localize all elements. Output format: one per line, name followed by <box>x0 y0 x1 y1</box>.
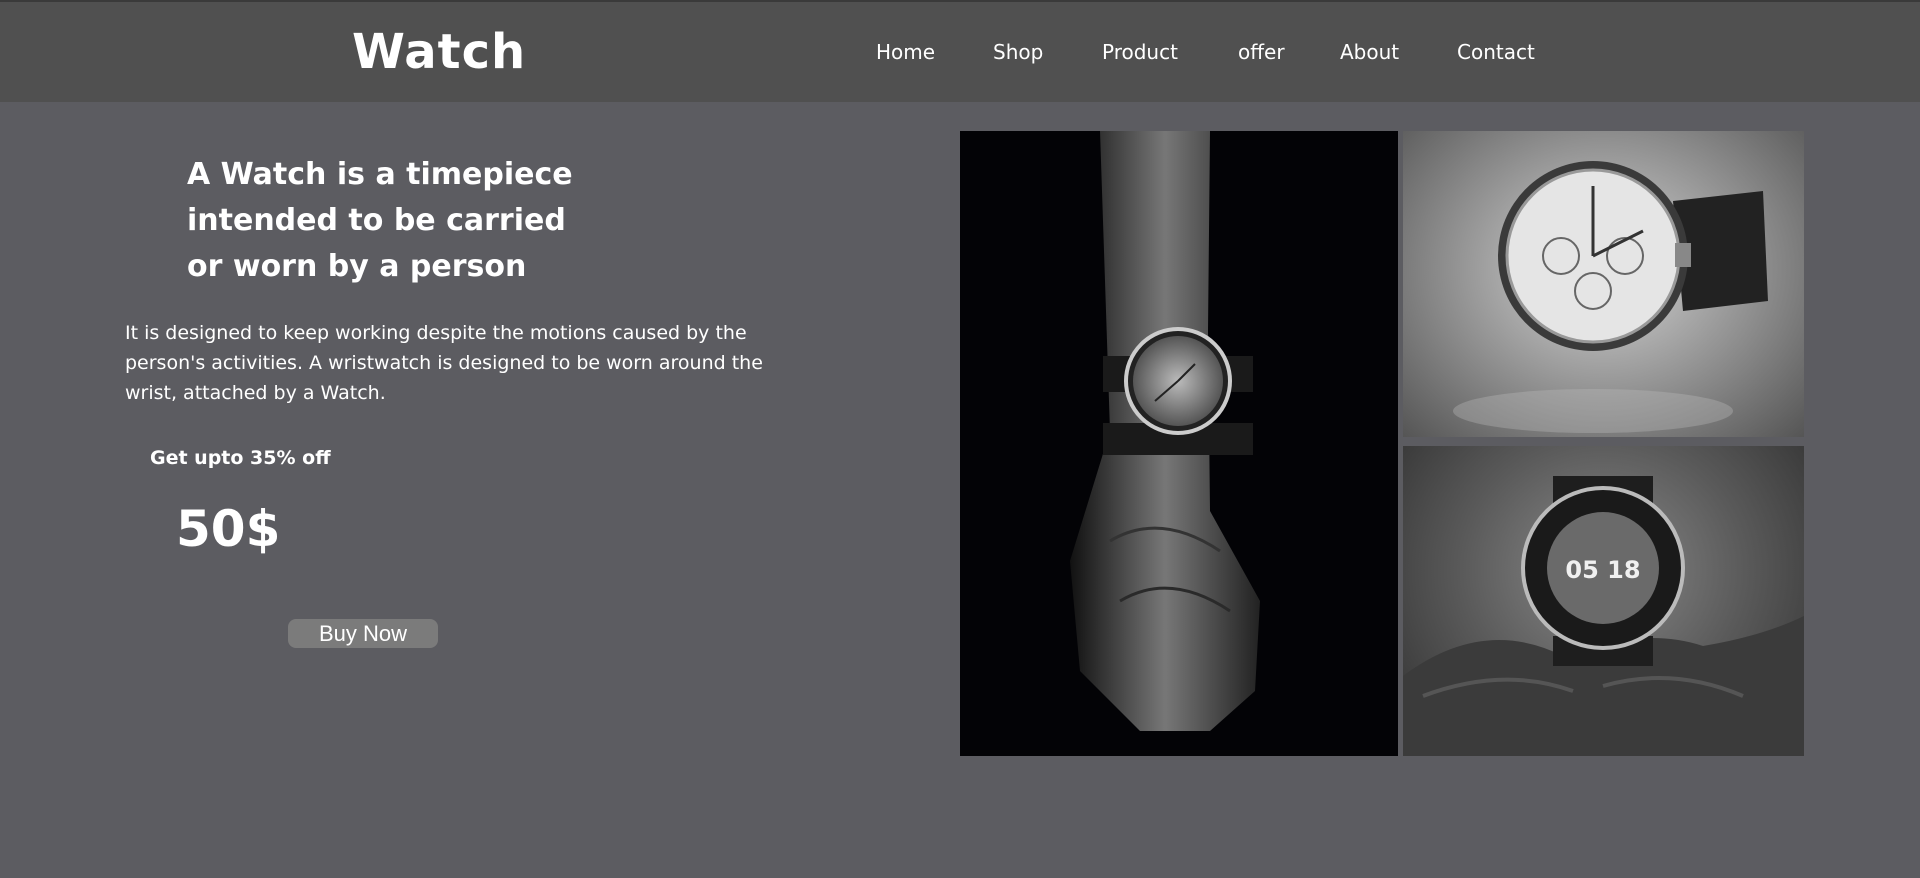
buy-now-button[interactable]: Buy Now <box>288 619 438 648</box>
smartwatch-time: 05 18 <box>1565 556 1640 584</box>
hero-description: It is designed to keep working despite t… <box>125 322 763 404</box>
chronograph-watch-image <box>1403 131 1804 437</box>
nav-shop[interactable]: Shop <box>993 40 1043 64</box>
site-logo[interactable]: Watch <box>352 24 526 80</box>
hero-headline: A Watch is a timepiece intended to be ca… <box>187 157 573 284</box>
nav-home[interactable]: Home <box>876 40 935 64</box>
nav-contact[interactable]: Contact <box>1457 40 1535 64</box>
navbar: Watch Home Shop Product offer About Cont… <box>0 2 1920 102</box>
nav-offer[interactable]: offer <box>1238 40 1285 64</box>
price-label: 50$ <box>176 500 281 558</box>
nav-about[interactable]: About <box>1340 40 1399 64</box>
wrist-watch-image <box>960 131 1398 756</box>
smartwatch-image: 05 18 <box>1403 446 1804 756</box>
offer-text: Get upto 35% off <box>150 447 331 469</box>
nav-product[interactable]: Product <box>1102 40 1178 64</box>
